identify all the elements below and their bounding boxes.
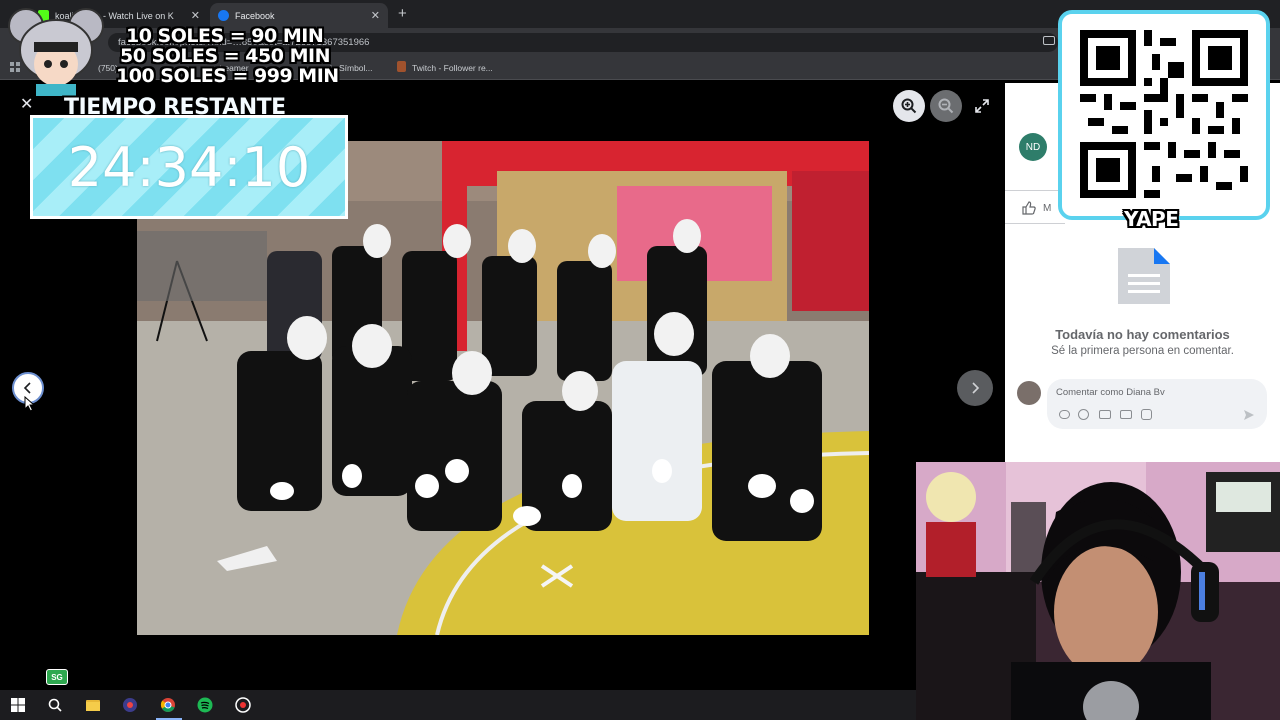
facebook-logo-icon [218, 10, 229, 21]
empty-comments-title: Todavía no hay comentarios [1055, 327, 1230, 342]
chevron-right-icon [972, 382, 980, 394]
sg-badge: SG [46, 669, 68, 685]
next-photo-button[interactable] [957, 370, 993, 406]
koala-avatar [6, 6, 106, 98]
qr-label: YAPE [1124, 207, 1179, 231]
zoom-out-button[interactable] [930, 90, 962, 122]
camera-icon[interactable] [1099, 410, 1111, 419]
like-icon[interactable] [1022, 201, 1036, 215]
webcam-feed [916, 462, 1280, 720]
close-icon[interactable]: ✕ [371, 9, 380, 22]
mouse-cursor-icon [24, 396, 36, 412]
zoom-in-button[interactable] [893, 90, 925, 122]
close-icon[interactable]: ✕ [191, 9, 200, 22]
search-icon[interactable] [47, 697, 63, 713]
zoom-out-icon [938, 98, 954, 114]
emoji-icon[interactable] [1078, 409, 1089, 420]
chevron-left-icon [23, 382, 31, 394]
tab-label: Facebook [235, 10, 275, 21]
cast-icon[interactable] [1043, 36, 1055, 45]
timer-box: 24:34:10 [30, 115, 348, 219]
qr-code-image [1080, 30, 1248, 198]
comment-input[interactable]: Comentar como Diana Bv [1056, 387, 1165, 398]
price-line: 10 SOLES = 90 MIN [126, 25, 324, 47]
sticker-icon[interactable] [1141, 409, 1152, 420]
avatar-sticker-icon[interactable] [1059, 410, 1070, 419]
page-avatar[interactable]: ND [1019, 133, 1047, 161]
timer-value: 24:34:10 [67, 136, 311, 199]
divider [1005, 190, 1065, 191]
file-explorer-icon[interactable] [85, 697, 101, 713]
price-line: 50 SOLES = 450 MIN [120, 45, 330, 67]
price-line: 100 SOLES = 999 MIN [116, 65, 339, 87]
send-icon[interactable] [1243, 409, 1255, 421]
gif-icon[interactable] [1120, 410, 1132, 419]
screen-recorder-icon[interactable] [235, 697, 251, 713]
qr-card [1058, 10, 1270, 220]
bookmark-item[interactable]: Twitch - Follower re... [412, 63, 493, 73]
user-avatar[interactable] [1017, 381, 1041, 405]
divider [1005, 223, 1065, 224]
like-label[interactable]: M [1043, 203, 1051, 214]
document-icon [1118, 248, 1170, 304]
windows-start-icon[interactable] [10, 697, 26, 713]
empty-comments-subtitle: Sé la primera persona en comentar. [1051, 345, 1234, 357]
fullscreen-icon[interactable] [975, 99, 989, 113]
bookmark-favicon-icon [397, 61, 406, 72]
chrome-icon[interactable] [160, 697, 176, 713]
comment-input-box[interactable]: Comentar como Diana Bv [1047, 379, 1267, 429]
obs-icon[interactable] [122, 697, 138, 713]
new-tab-button[interactable]: + [398, 5, 407, 22]
spotify-icon[interactable] [197, 697, 213, 713]
zoom-in-icon [901, 98, 917, 114]
